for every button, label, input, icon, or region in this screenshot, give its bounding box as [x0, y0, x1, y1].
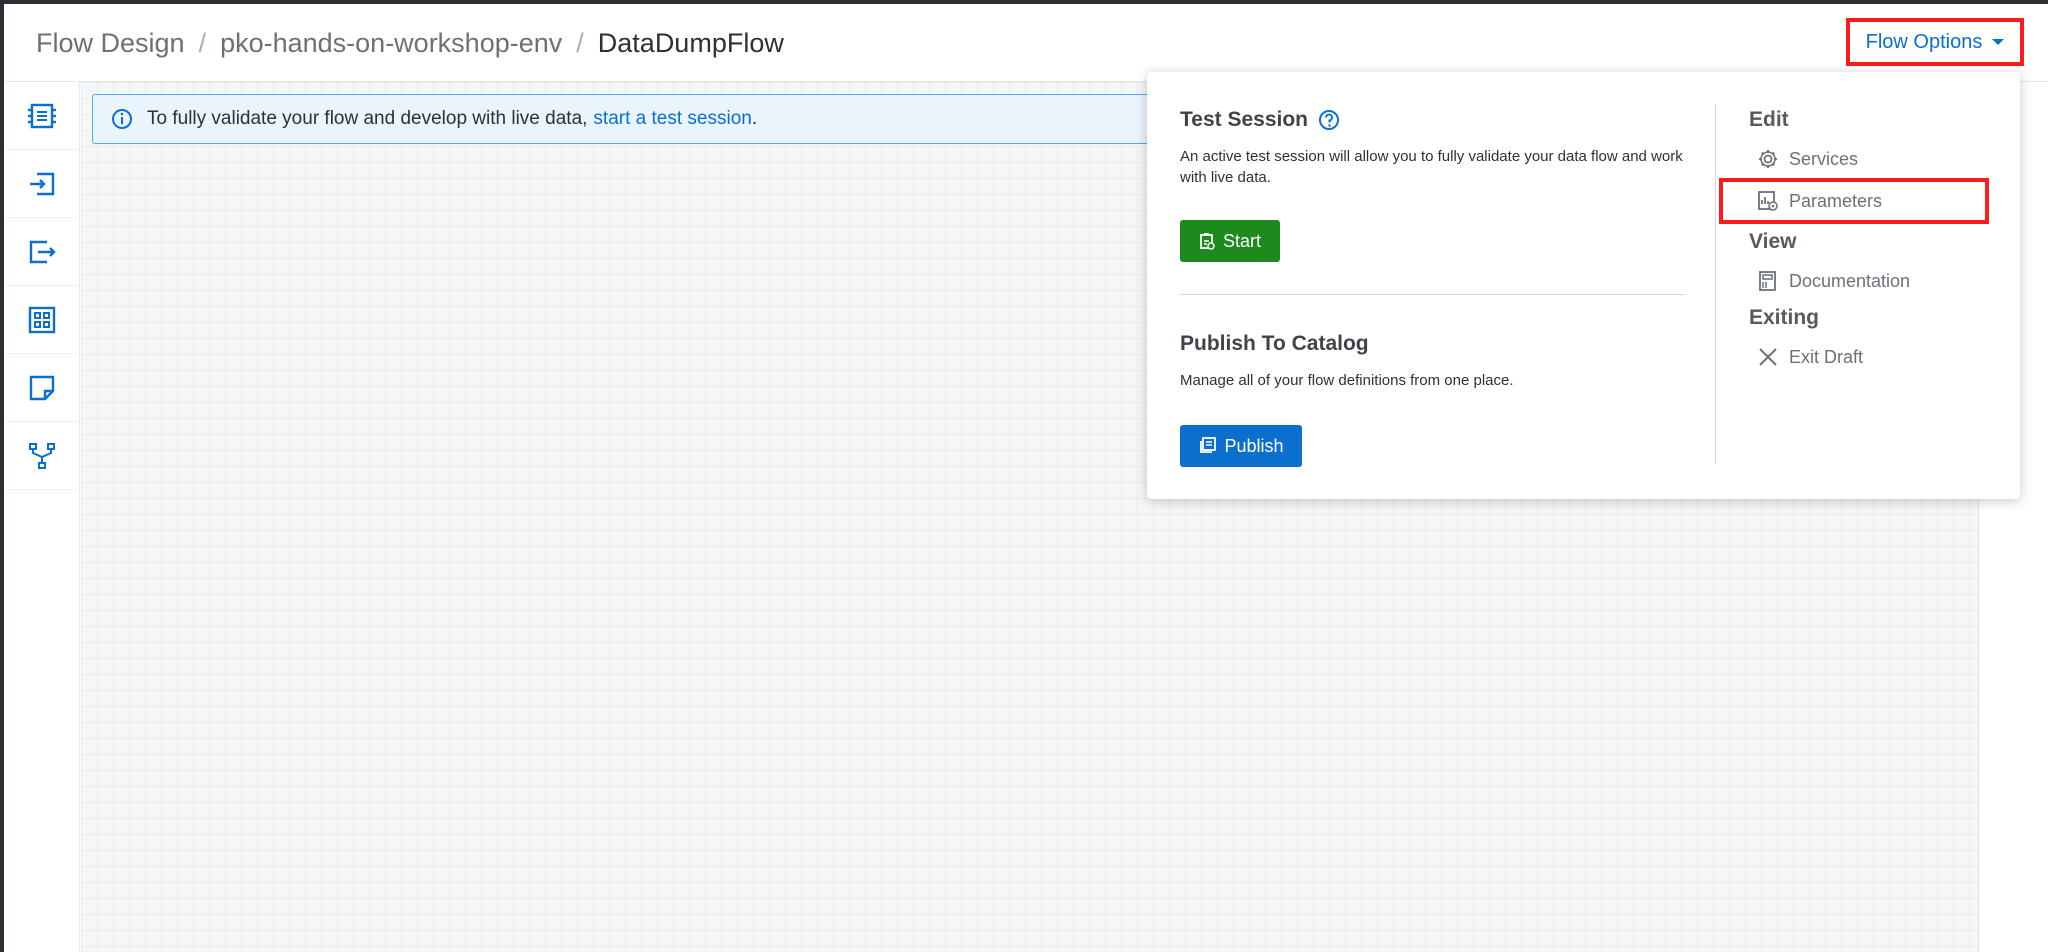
close-icon	[1759, 348, 1777, 366]
test-session-title: Test Session	[1180, 108, 1685, 132]
breadcrumb-flow-design[interactable]: Flow Design	[36, 28, 185, 59]
breadcrumb-current-flow: DataDumpFlow	[597, 28, 784, 58]
publish-button[interactable]: Publish	[1180, 425, 1302, 467]
gear-icon	[1759, 150, 1777, 168]
publish-description: Manage all of your flow definitions from…	[1180, 372, 1514, 389]
flow-options-menu: Edit Services Parameters View Documentat…	[1719, 108, 1999, 376]
info-banner: To fully validate your flow and develop …	[92, 94, 1252, 144]
flow-options-label: Flow Options	[1865, 30, 1983, 53]
processor-tool[interactable]	[4, 82, 80, 150]
menu-item-documentation[interactable]: Documentation	[1749, 262, 1999, 300]
flow-options-button[interactable]: Flow Options	[1846, 18, 2024, 66]
caret-down-icon	[1992, 39, 2005, 45]
test-session-title-text: Test Session	[1180, 108, 1308, 131]
clipboard-icon	[1200, 233, 1215, 250]
input-port-icon	[30, 172, 55, 195]
menu-heading-exiting: Exiting	[1749, 306, 1820, 329]
test-session-description: An active test session will allow you to…	[1180, 148, 1683, 186]
funnel-icon	[29, 442, 55, 469]
vertical-divider	[1715, 104, 1716, 464]
publish-title: Publish To Catalog	[1180, 332, 1369, 355]
section-divider	[1180, 294, 1685, 295]
start-test-session-link[interactable]: start a test session	[593, 108, 751, 130]
publish-section: Publish To Catalog Manage all of your fl…	[1180, 332, 1685, 467]
start-button[interactable]: Start	[1180, 220, 1280, 262]
menu-item-services-label: Services	[1789, 148, 1859, 169]
funnel-tool[interactable]	[4, 422, 80, 490]
output-port-icon	[29, 240, 56, 263]
header: Flow Design / pko-hands-on-workshop-env …	[4, 4, 2048, 82]
process-group-tool[interactable]	[4, 286, 80, 354]
breadcrumb: Flow Design / pko-hands-on-workshop-env …	[36, 28, 784, 59]
menu-item-exit-draft-label: Exit Draft	[1789, 346, 1864, 367]
menu-heading-edit: Edit	[1749, 108, 1789, 131]
menu-item-parameters-label: Parameters	[1789, 190, 1883, 211]
parameters-icon	[1758, 191, 1778, 211]
menu-item-exit-draft[interactable]: Exit Draft	[1749, 338, 1999, 376]
menu-item-parameters[interactable]: Parameters	[1719, 178, 1989, 224]
app-frame: Flow Design / pko-hands-on-workshop-env …	[0, 0, 2048, 952]
banner-suffix: .	[751, 108, 758, 129]
help-icon[interactable]	[1318, 109, 1340, 131]
input-port-tool[interactable]	[4, 150, 80, 218]
processor-icon	[28, 103, 56, 128]
info-icon	[111, 108, 133, 130]
breadcrumb-separator: /	[198, 28, 207, 58]
banner-text: To fully validate your flow and develop …	[147, 108, 588, 129]
start-button-label: Start	[1222, 230, 1261, 251]
breadcrumb-separator: /	[576, 28, 584, 58]
output-port-tool[interactable]	[4, 218, 80, 286]
label-icon	[29, 375, 55, 400]
breadcrumb-environment[interactable]: pko-hands-on-workshop-env	[220, 28, 562, 59]
documentation-icon	[1759, 271, 1776, 291]
component-toolbar	[4, 82, 80, 952]
process-group-icon	[28, 306, 56, 333]
label-tool[interactable]	[4, 354, 80, 422]
flow-options-dropdown: Test Session An active test session will…	[1147, 72, 2020, 499]
menu-item-services[interactable]: Services	[1749, 140, 1999, 178]
test-session-section: Test Session An active test session will…	[1180, 108, 1685, 262]
menu-item-documentation-label: Documentation	[1789, 270, 1911, 291]
menu-heading-view: View	[1749, 230, 1797, 253]
publish-button-label: Publish	[1224, 435, 1284, 456]
catalog-icon	[1200, 437, 1217, 453]
